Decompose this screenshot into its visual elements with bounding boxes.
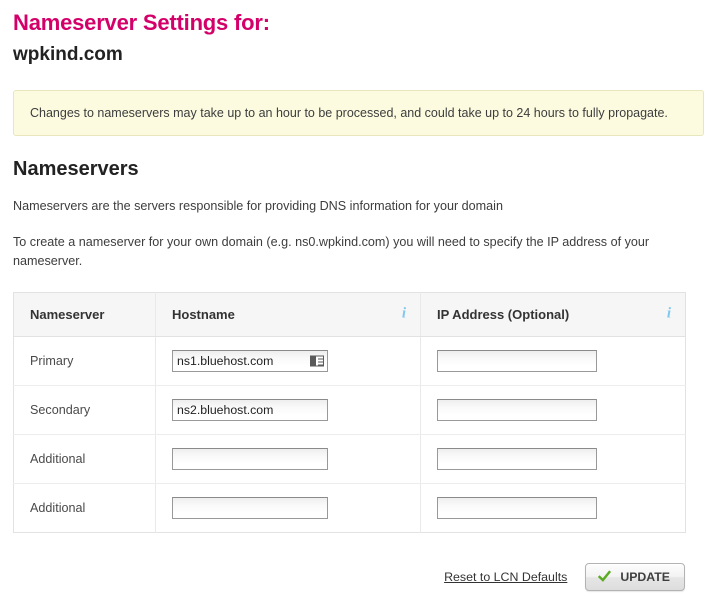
- hostname-field-wrap-additional-1: [172, 447, 328, 470]
- ip-address-input-additional-1[interactable]: [437, 447, 597, 470]
- column-header-ip-address-label: IP Address (Optional): [437, 306, 570, 322]
- column-header-nameserver: Nameserver: [13, 292, 156, 337]
- table-row: Additional: [14, 483, 686, 533]
- row-label-additional-1: Additional: [13, 434, 156, 484]
- section-paragraph-2: To create a nameserver for your own doma…: [13, 235, 650, 269]
- row-ip-cell-secondary: [420, 385, 686, 435]
- propagation-notice: Changes to nameservers may take up to an…: [13, 90, 704, 137]
- ip-address-input-secondary[interactable]: [437, 398, 597, 421]
- table-header: Nameserver Hostname i IP Address (Option…: [13, 292, 686, 337]
- nameserver-settings-page: Nameserver Settings for: wpkind.com Chan…: [0, 0, 717, 591]
- table-row: Secondary: [13, 385, 686, 435]
- hostname-field-wrap-primary: [172, 349, 328, 372]
- row-hostname-cell-secondary: [155, 385, 421, 435]
- info-icon-ip-address[interactable]: i: [667, 306, 671, 322]
- row-label-secondary: Secondary: [13, 385, 156, 435]
- hostname-input-additional-2[interactable]: [172, 496, 328, 519]
- table-row: Additional: [13, 434, 686, 484]
- row-ip-cell-primary: [420, 336, 686, 386]
- hostname-field-wrap-secondary: [172, 398, 328, 421]
- update-button[interactable]: UPDATE: [585, 562, 685, 591]
- hostname-field-wrap-additional-2: [172, 496, 328, 519]
- row-label-additional-2: Additional: [30, 500, 86, 515]
- form-actions: Reset to LCN Defaults UPDATE: [13, 562, 685, 591]
- row-label-primary: Primary: [13, 336, 156, 386]
- info-icon-hostname[interactable]: i: [402, 306, 406, 322]
- column-header-hostname-label: Hostname: [172, 306, 235, 322]
- page-title: Nameserver Settings for:: [13, 10, 270, 35]
- hostname-input-primary[interactable]: [172, 349, 328, 372]
- ip-address-input-additional-2[interactable]: [437, 496, 597, 519]
- row-hostname-cell-primary: [155, 336, 421, 386]
- row-ip-cell-additional-1: [420, 434, 686, 484]
- table-body: Primary Secondary: [13, 336, 686, 533]
- column-header-hostname: Hostname i: [155, 292, 421, 337]
- column-header-nameserver-label: Nameserver: [30, 306, 105, 322]
- domain-name: wpkind.com: [13, 43, 123, 65]
- hostname-input-secondary[interactable]: [172, 398, 328, 421]
- row-hostname-cell-additional-2: [155, 483, 421, 533]
- notice-text: Changes to nameservers may take up to an…: [30, 105, 668, 120]
- table-row: Primary: [13, 336, 686, 386]
- row-hostname-cell-additional-1: [155, 434, 421, 484]
- row-ip-cell-additional-2: [420, 483, 686, 533]
- check-icon: [598, 570, 612, 583]
- section-paragraph-1: Nameservers are the servers responsible …: [13, 199, 503, 214]
- section-title: Nameservers: [13, 158, 139, 181]
- nameservers-table: Nameserver Hostname i IP Address (Option…: [13, 291, 686, 533]
- table-header-row: Nameserver Hostname i IP Address (Option…: [13, 292, 686, 337]
- update-button-label: UPDATE: [620, 569, 670, 584]
- column-header-ip-address: IP Address (Optional) i: [420, 292, 686, 337]
- reset-to-defaults-link[interactable]: Reset to LCN Defaults: [444, 570, 567, 584]
- address-book-icon[interactable]: [310, 355, 324, 367]
- ip-address-input-primary[interactable]: [437, 349, 597, 372]
- hostname-input-additional-1[interactable]: [172, 447, 328, 470]
